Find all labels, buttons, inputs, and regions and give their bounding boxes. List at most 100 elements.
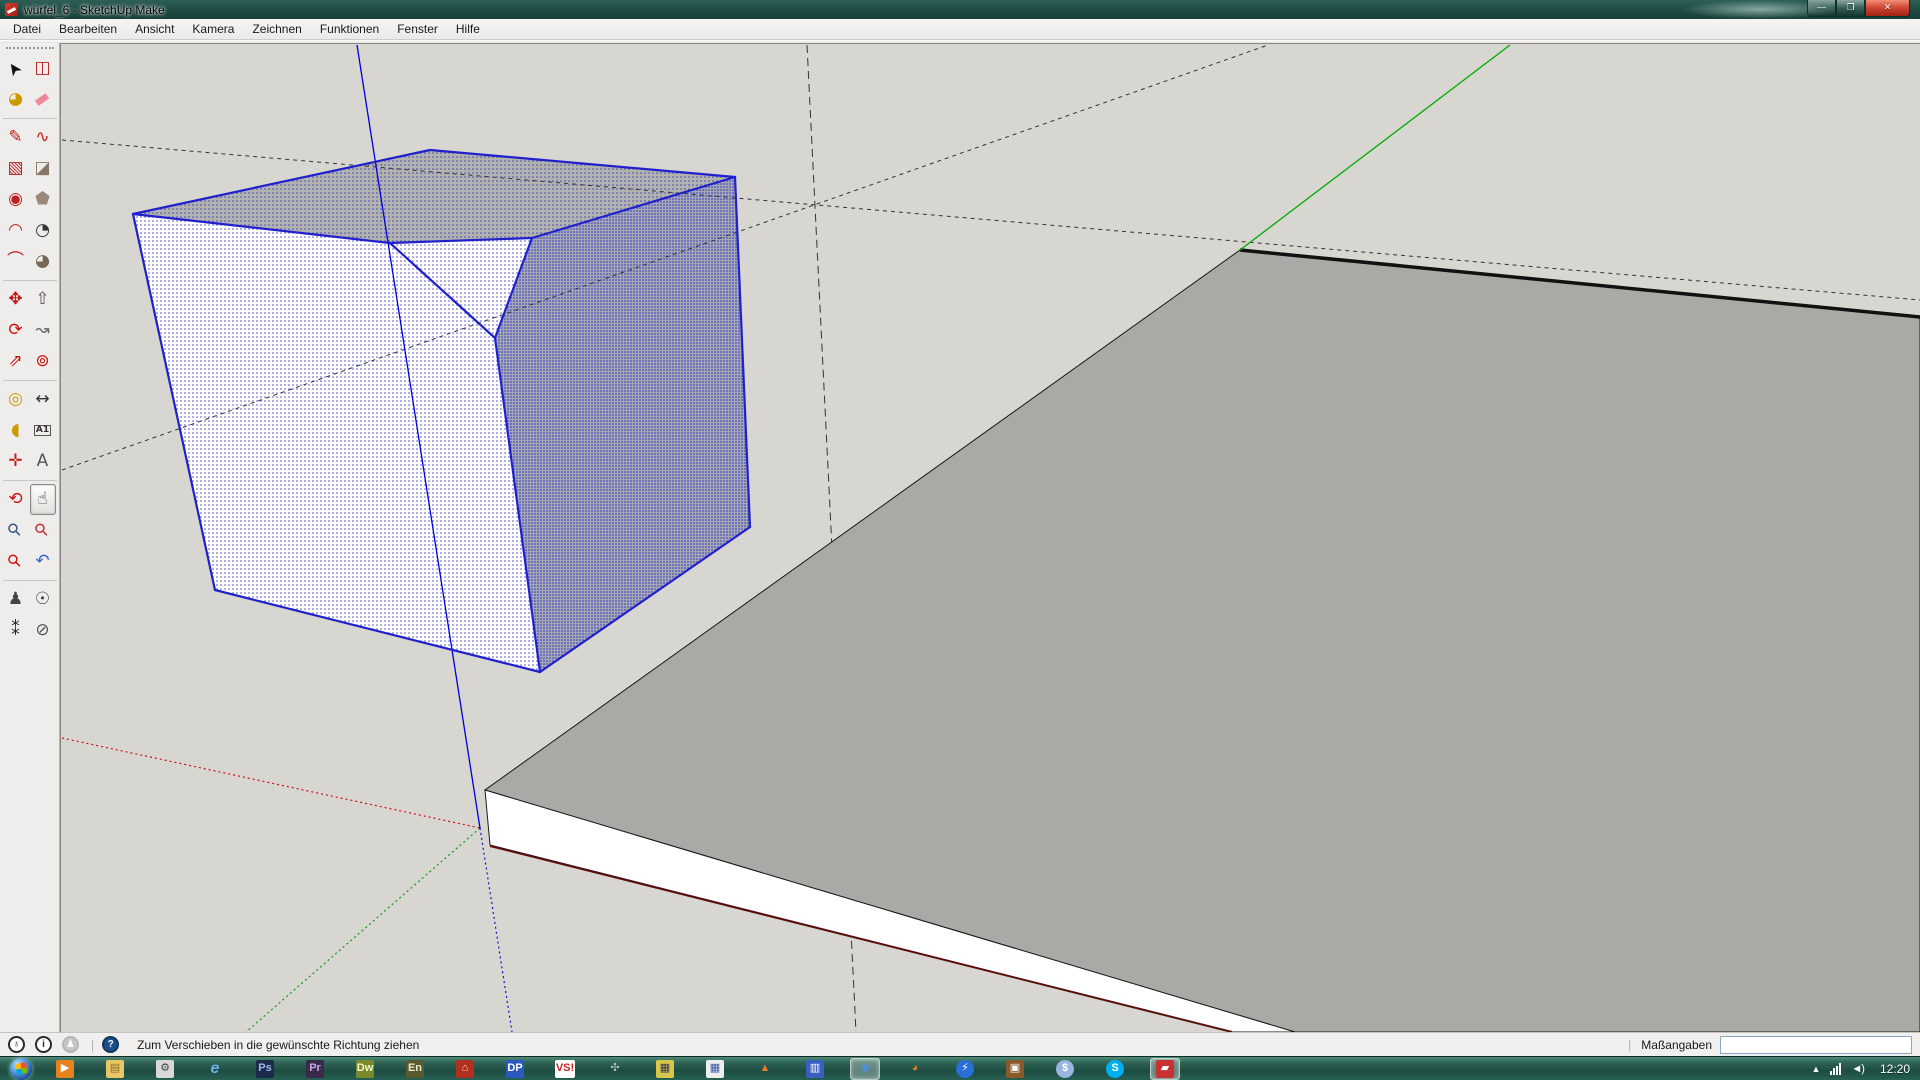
geolocation-icon[interactable]: ♁ (8, 1036, 25, 1053)
arc-tool[interactable]: ◠ (3, 215, 29, 246)
zoom-extents-tool[interactable]: ⚲ (3, 546, 29, 577)
start-button[interactable] (6, 1058, 36, 1080)
premiere-icon-button[interactable]: Pr (300, 1058, 330, 1080)
lightning-app-icon-button[interactable]: ⚡ (950, 1058, 980, 1080)
text-tool[interactable]: A1 (30, 415, 56, 446)
pie-filled-tool[interactable]: ◕ (30, 246, 56, 277)
window-title: würfel_6 - SketchUp Make (24, 3, 165, 17)
volume-icon[interactable]: ◄) (1851, 1063, 1864, 1075)
menu-item-hilfe[interactable]: Hilfe (447, 20, 489, 38)
axes-tool[interactable]: ✛ (3, 446, 29, 477)
make-component-tool[interactable]: ◫ (30, 53, 56, 84)
previous-view-tool[interactable]: ↶ (30, 546, 56, 577)
photoshop-icon-button[interactable]: Ps (250, 1058, 280, 1080)
rotate-tool[interactable]: ⟳ (3, 315, 29, 346)
firefox-icon: ◕ (906, 1060, 924, 1078)
clock[interactable]: 12:20 (1880, 1062, 1910, 1076)
measurements-input[interactable] (1720, 1036, 1912, 1054)
tray-expand-icon[interactable]: ▲ (1811, 1064, 1820, 1074)
vs-app-icon-button[interactable]: VS! (550, 1058, 580, 1080)
look-around-tool-icon: ☉ (35, 591, 50, 608)
zoom-tool[interactable]: ⚲ (3, 515, 29, 546)
close-button[interactable]: ✕ (1865, 0, 1910, 17)
line-tool[interactable]: ✎ (3, 122, 29, 153)
cube-right-face[interactable] (495, 177, 750, 672)
paint-bucket-tool[interactable]: ◕ (3, 84, 29, 115)
help-icon[interactable]: ? (102, 1036, 119, 1053)
move-tool[interactable]: ✥ (3, 284, 29, 315)
section-plane-tool[interactable]: ⊘ (30, 615, 56, 646)
menu-item-datei[interactable]: Datei (4, 20, 50, 38)
scale-tool[interactable]: ⇗ (3, 346, 29, 377)
menu-item-ansicht[interactable]: Ansicht (126, 20, 183, 38)
wmp-icon-button[interactable]: ▶ (50, 1058, 80, 1080)
toolbar-grab-handle[interactable] (6, 47, 54, 49)
tool-group: ⟲☝⚲⚲⚲↶ (3, 480, 57, 577)
look-around-tool[interactable]: ☉ (30, 584, 56, 615)
device-icon-button[interactable]: ⚙ (150, 1058, 180, 1080)
eraser-tool[interactable]: ▬ (30, 84, 56, 115)
rectangle-tool[interactable]: ▧ (3, 153, 29, 184)
rotated-rectangle-tool-icon: ◪ (34, 160, 50, 177)
vlc-icon-button[interactable]: ▲ (750, 1058, 780, 1080)
rotated-rectangle-tool[interactable]: ◪ (30, 153, 56, 184)
position-camera-tool-icon: ♟ (8, 591, 23, 608)
q-app-icon-button[interactable]: ▣ (1000, 1058, 1030, 1080)
network-signal-icon[interactable] (1830, 1063, 1841, 1075)
follow-me-tool[interactable]: ↝ (30, 315, 56, 346)
drawing-viewport[interactable] (60, 43, 1920, 1032)
arc-3point-tool[interactable]: ⌒ (3, 246, 29, 277)
explorer-icon-button[interactable]: ▤ (100, 1058, 130, 1080)
circle-tool[interactable]: ◉ (3, 184, 29, 215)
pie-tool[interactable]: ◔ (30, 215, 56, 246)
spreadsheet-icon-2-button[interactable]: ▦ (700, 1058, 730, 1080)
menu-item-funktionen[interactable]: Funktionen (311, 20, 388, 38)
sketchup-icon-button[interactable]: ▰ (1150, 1058, 1180, 1080)
menu-item-kamera[interactable]: Kamera (183, 20, 243, 38)
spreadsheet-icon-1-button[interactable]: ▦ (650, 1058, 680, 1080)
paint-bucket-tool-icon: ◕ (8, 91, 23, 108)
tool-group: ✎ ∿▧ ◪ ◉⬟◠◔ ⌒ ◕ (3, 118, 57, 277)
encore-icon-button[interactable]: En (400, 1058, 430, 1080)
dp-app-icon-button[interactable]: DP (500, 1058, 530, 1080)
currency-app-icon-button[interactable]: $ (1050, 1058, 1080, 1080)
fire-app-icon-button[interactable]: ⌂ (450, 1058, 480, 1080)
skype-icon-button[interactable]: S (1100, 1058, 1130, 1080)
pan-tool[interactable]: ☝ (30, 484, 56, 515)
axis-green-negative-dotted (246, 828, 480, 1032)
dimension-tool[interactable]: ↔ (30, 384, 56, 415)
menu-item-bearbeiten[interactable]: Bearbeiten (50, 20, 126, 38)
arc-3point-tool-icon: ⌒ (7, 253, 24, 270)
3d-text-tool[interactable]: A (30, 446, 56, 477)
dreamweaver-icon-button[interactable]: Dw (350, 1058, 380, 1080)
maximize-button[interactable]: ❐ (1836, 0, 1865, 17)
minimize-button[interactable]: — (1807, 0, 1836, 17)
firefox-icon-button[interactable]: ◕ (900, 1058, 930, 1080)
sign-in-icon[interactable]: ♟ (62, 1036, 79, 1053)
save-disk-icon-button[interactable]: ▥ (800, 1058, 830, 1080)
tool-group: ◎ ↔◖ A1 ✛A (3, 380, 57, 477)
walk-tool[interactable]: ⁑ (3, 615, 29, 646)
orbit-tool[interactable]: ⟲ (3, 484, 29, 515)
tape-measure-tool-icon: ◎ (8, 391, 23, 408)
position-camera-tool[interactable]: ♟ (3, 584, 29, 615)
push-pull-tool[interactable]: ⇧ (30, 284, 56, 315)
credits-info-icon[interactable]: i (35, 1036, 52, 1053)
tape-measure-tool[interactable]: ◎ (3, 384, 29, 415)
viewport-canvas[interactable] (61, 44, 1920, 1032)
select-tool[interactable]: ➤ (3, 53, 29, 84)
butterfly-app-icon-button[interactable]: ✣ (600, 1058, 630, 1080)
offset-tool[interactable]: ⊚ (30, 346, 56, 377)
protractor-tool[interactable]: ◖ (3, 415, 29, 446)
menu-item-fenster[interactable]: Fenster (388, 20, 447, 38)
zoom-window-tool[interactable]: ⚲ (30, 515, 56, 546)
polygon-tool[interactable]: ⬟ (30, 184, 56, 215)
text-tool-icon: A1 (34, 425, 51, 436)
menubar: DateiBearbeitenAnsichtKameraZeichnenFunk… (0, 19, 1920, 40)
internet-explorer-icon-button[interactable]: e (200, 1058, 230, 1080)
menu-item-zeichnen[interactable]: Zeichnen (243, 20, 310, 38)
sketchup-app-icon[interactable] (5, 3, 18, 16)
line-tool-icon: ✎ (8, 129, 22, 146)
chrome-icon-button[interactable]: ◉ (850, 1058, 880, 1080)
freehand-tool[interactable]: ∿ (30, 122, 56, 153)
